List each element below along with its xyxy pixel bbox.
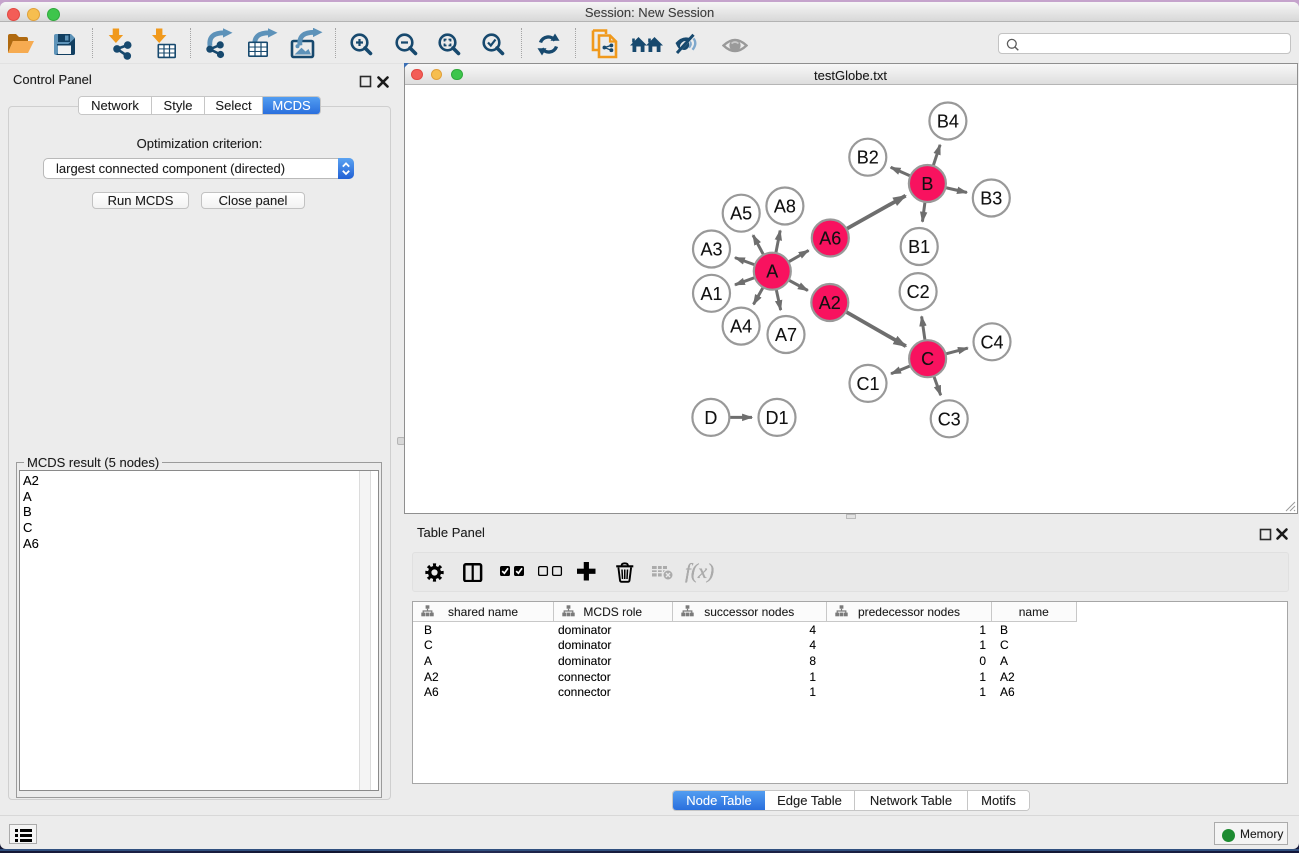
- svg-text:B2: B2: [856, 147, 878, 167]
- svg-text:D: D: [704, 407, 717, 427]
- svg-text:C: C: [921, 349, 934, 369]
- svg-text:C2: C2: [906, 282, 929, 302]
- svg-text:A: A: [766, 261, 778, 281]
- svg-text:A2: A2: [818, 293, 840, 313]
- svg-text:A1: A1: [700, 283, 722, 303]
- svg-text:A7: A7: [774, 325, 796, 345]
- svg-text:A3: A3: [700, 239, 722, 259]
- svg-text:A8: A8: [773, 196, 795, 216]
- svg-text:A5: A5: [730, 203, 752, 223]
- svg-text:C3: C3: [937, 409, 960, 429]
- svg-text:B: B: [921, 174, 933, 194]
- svg-text:B1: B1: [908, 237, 930, 257]
- svg-text:C1: C1: [856, 373, 879, 393]
- svg-text:B4: B4: [936, 111, 958, 131]
- svg-text:D1: D1: [765, 407, 788, 427]
- svg-text:C4: C4: [980, 332, 1003, 352]
- svg-text:A6: A6: [819, 228, 841, 248]
- svg-text:A4: A4: [730, 316, 752, 336]
- svg-text:B3: B3: [980, 188, 1002, 208]
